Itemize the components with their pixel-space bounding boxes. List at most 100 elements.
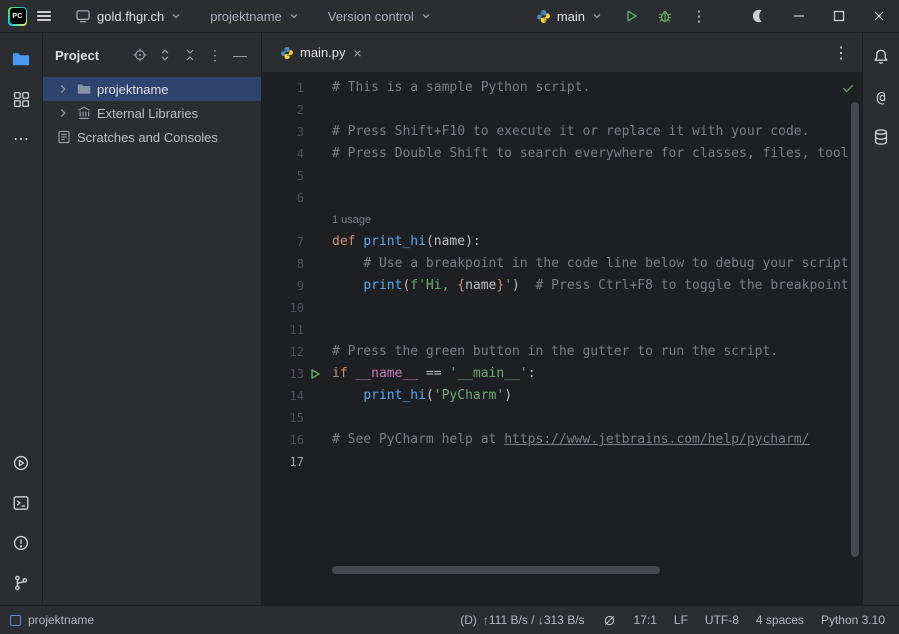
code-token: # See PyCharm help at [332, 432, 504, 447]
run-toolbar: main ⋮ [528, 0, 713, 33]
hide-panel-button[interactable]: — [229, 44, 251, 66]
code-token: print_hi [363, 388, 426, 403]
run-tool-window-button[interactable] [3, 443, 39, 483]
project-tool-button[interactable] [3, 39, 39, 79]
line-number[interactable]: 1 [270, 77, 304, 99]
code-editor[interactable]: 1# This is a sample Python script.23 # Pr… [262, 72, 862, 605]
chevron-right-icon[interactable] [55, 105, 71, 121]
code-line[interactable]: 5 [262, 165, 848, 187]
tree-item-scratches[interactable]: Scratches and Consoles [43, 125, 261, 149]
line-number[interactable]: 8 [270, 253, 304, 275]
code-token [332, 256, 363, 271]
usages-inlay-hint[interactable]: 1 usage [332, 214, 371, 226]
tab-main-py[interactable]: main.py × [270, 33, 374, 72]
code-line[interactable]: 7def print_hi(name): [262, 231, 848, 253]
interpreter-widget[interactable]: Python 3.10 [821, 613, 885, 627]
code-line[interactable]: 16 # See PyCharm help at https://www.jetb… [262, 429, 848, 451]
line-number[interactable]: 5 [270, 165, 304, 187]
run-button[interactable] [617, 0, 645, 33]
remote-host-selector[interactable]: gold.fhgr.ch [67, 0, 190, 33]
code-line[interactable]: 2 [262, 99, 848, 121]
run-gutter-icon[interactable] [304, 363, 326, 385]
line-content: # Use a breakpoint in the code line belo… [332, 253, 848, 275]
more-horizontal-icon: ⋯ [13, 129, 29, 149]
inspections-widget[interactable] [838, 78, 858, 98]
bug-icon [657, 8, 673, 24]
code-line[interactable]: 10 [262, 297, 848, 319]
code-line[interactable]: 17 [262, 451, 848, 473]
line-number[interactable]: 3 [270, 121, 304, 143]
left-tool-strip: ⋯ [0, 33, 43, 605]
close-button[interactable] [859, 0, 899, 33]
network-speed-widget[interactable]: (D) ↑111 B/s / ↓313 B/s [460, 613, 584, 627]
code-line[interactable]: 15 [262, 407, 848, 429]
code-line[interactable]: 1# This is a sample Python script. [262, 77, 848, 99]
code-line[interactable]: 6 [262, 187, 848, 209]
chevron-right-icon[interactable] [55, 81, 71, 97]
line-number[interactable]: 11 [270, 319, 304, 341]
project-selector[interactable]: projektname [202, 0, 308, 33]
line-number[interactable]: 13 [270, 363, 304, 385]
main-menu-button[interactable] [27, 0, 61, 33]
line-number[interactable]: 16 [270, 429, 304, 451]
tree-item-external-libraries[interactable]: External Libraries [43, 101, 261, 125]
highlighting-level-button[interactable] [602, 613, 617, 628]
crescent-button[interactable] [739, 0, 779, 33]
inlay-hint-row[interactable]: 1 usage [262, 209, 848, 231]
tab-options-button[interactable]: ⋮ [828, 40, 854, 66]
line-number[interactable]: 2 [270, 99, 304, 121]
code-line[interactable]: 4# Press Double Shift to search everywhe… [262, 143, 848, 165]
chevron-down-icon [170, 10, 182, 22]
problems-tool-window-button[interactable] [3, 523, 39, 563]
notifications-button[interactable] [863, 37, 899, 77]
collapse-all-button[interactable] [179, 44, 201, 66]
line-content: # Press Shift+F10 to execute it or repla… [332, 121, 809, 143]
tab-close-button[interactable]: × [352, 44, 364, 62]
expand-all-button[interactable] [154, 44, 176, 66]
vertical-scrollbar[interactable] [851, 102, 859, 557]
code-line[interactable]: 14 print_hi('PyCharm') [262, 385, 848, 407]
caret-position-widget[interactable]: 17:1 [634, 613, 657, 627]
more-vertical-icon: ⋮ [692, 7, 707, 25]
debug-button[interactable] [651, 0, 679, 33]
line-number[interactable]: 14 [270, 385, 304, 407]
database-button[interactable] [863, 117, 899, 157]
line-number[interactable]: 10 [270, 297, 304, 319]
more-actions-button[interactable]: ⋮ [685, 0, 713, 33]
locate-file-button[interactable] [129, 44, 151, 66]
git-tool-window-button[interactable] [3, 563, 39, 603]
code-token: ) [512, 278, 520, 293]
minimize-button[interactable] [779, 0, 819, 33]
line-number[interactable]: 9 [270, 275, 304, 297]
code-line[interactable]: 13if __name__ == '__main__': [262, 363, 848, 385]
code-token: https://www.jetbrains.com/help/pycharm/ [504, 432, 809, 447]
code-line[interactable]: 8 # Use a breakpoint in the code line be… [262, 253, 848, 275]
line-separator-widget[interactable]: LF [674, 613, 688, 627]
line-number[interactable]: 4 [270, 143, 304, 165]
eye-slash-icon [602, 613, 617, 628]
code-line[interactable]: 9 print(f'Hi, {name}') # Press Ctrl+F8 t… [262, 275, 848, 297]
indent-widget[interactable]: 4 spaces [756, 613, 804, 627]
line-number[interactable]: 12 [270, 341, 304, 363]
line-number[interactable]: 6 [270, 187, 304, 209]
line-number[interactable]: 7 [270, 231, 304, 253]
ai-assistant-button[interactable]: @ [863, 77, 899, 117]
line-number[interactable]: 17 [270, 451, 304, 473]
editor-area: main.py × ⋮ 1# This is a sample Python s… [262, 33, 862, 605]
tree-item-projektname[interactable]: projektname [43, 77, 261, 101]
code-line[interactable]: 3 # Press Shift+F10 to execute it or repl… [262, 121, 848, 143]
code-line[interactable]: 12# Press the green button in the gutter… [262, 341, 848, 363]
terminal-tool-window-button[interactable] [3, 483, 39, 523]
panel-options-button[interactable]: ⋮ [204, 44, 226, 66]
horizontal-scrollbar[interactable] [332, 566, 660, 574]
run-config-selector[interactable]: main [528, 0, 611, 33]
vcs-widget[interactable]: Version control [320, 0, 440, 33]
code-line[interactable]: 11 [262, 319, 848, 341]
encoding-widget[interactable]: UTF-8 [705, 613, 739, 627]
structure-tool-button[interactable] [3, 79, 39, 119]
gutter-slot [304, 385, 326, 407]
line-number[interactable]: 15 [270, 407, 304, 429]
maximize-button[interactable] [819, 0, 859, 33]
code-token: f'Hi, [410, 278, 457, 293]
more-tool-windows-button[interactable]: ⋯ [3, 119, 39, 159]
